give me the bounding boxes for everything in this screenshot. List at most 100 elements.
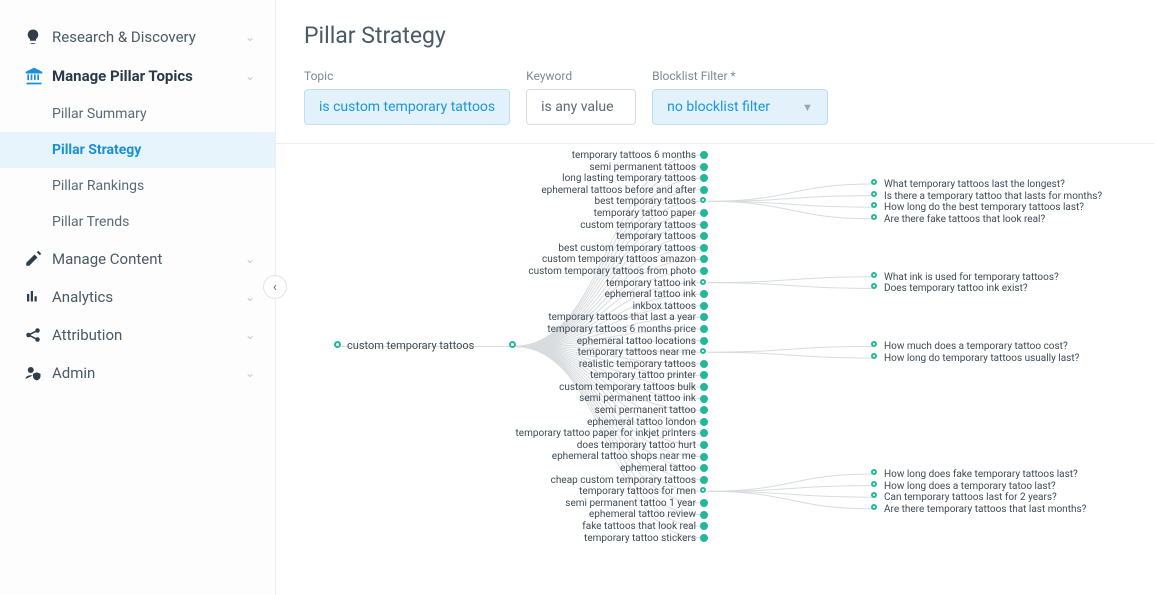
nav-pillar-rankings[interactable]: Pillar Rankings	[0, 168, 275, 204]
mid-node-label[interactable]: ephemeral tattoo locations	[502, 336, 696, 348]
mid-node-dot[interactable]	[700, 441, 708, 449]
mid-node-dot[interactable]	[700, 325, 708, 333]
mid-node-dot[interactable]	[700, 221, 708, 229]
mid-node-label[interactable]: ephemeral tattoo	[502, 463, 696, 475]
leaf-node-label[interactable]: Are there fake tattoos that look real?	[884, 214, 1102, 226]
leaf-node-dot[interactable]	[871, 481, 877, 487]
edit-icon	[24, 250, 52, 268]
nav-label: Pillar Trends	[52, 214, 255, 230]
leaf-node-dot[interactable]	[871, 191, 877, 197]
mid-node-label[interactable]: temporary tattoos that last a year	[502, 312, 696, 324]
mid-node-label[interactable]: cheap custom temporary tattoos	[502, 475, 696, 487]
leaf-node-label[interactable]: Can temporary tattoos last for 2 years?	[884, 492, 1086, 504]
mid-node-label[interactable]: inkbox tattoos	[502, 301, 696, 313]
mid-node-label[interactable]: temporary tattoos near me	[502, 347, 696, 359]
filter-topic-value[interactable]: is custom temporary tattoos	[304, 89, 510, 125]
chevron-down-icon: ▼	[802, 101, 813, 114]
mid-node-label[interactable]: temporary tattoos	[502, 231, 696, 243]
sidebar-collapse-button[interactable]: ‹	[263, 275, 287, 299]
mid-node-label[interactable]: semi permanent tattoo	[502, 405, 696, 417]
filter-blocklist: Blocklist Filter * no blocklist filter ▼	[652, 69, 828, 125]
nav-admin[interactable]: Admin⌄	[0, 354, 275, 392]
mid-node-label[interactable]: ephemeral tattoo review	[502, 509, 696, 521]
mid-node-label[interactable]: custom temporary tattoos bulk	[502, 382, 696, 394]
mid-node-label[interactable]: fake tattoos that look real	[502, 521, 696, 533]
mid-node-dot[interactable]	[700, 267, 708, 275]
mid-node-dot[interactable]	[700, 418, 708, 426]
mid-node-dot[interactable]	[700, 499, 708, 507]
mid-node-dot[interactable]	[700, 337, 708, 345]
mid-node-dot[interactable]	[700, 151, 708, 159]
mid-node-dot[interactable]	[700, 383, 708, 391]
leaf-node-label[interactable]: Are there temporary tattoos that last mo…	[884, 504, 1086, 516]
mid-node-label[interactable]: ephemeral tattoo london	[502, 417, 696, 429]
mid-node-label[interactable]: temporary tattoo stickers	[502, 533, 696, 545]
nav-pillar-trends[interactable]: Pillar Trends	[0, 204, 275, 240]
mid-node-label[interactable]: temporary tattoos for men	[502, 486, 696, 498]
mid-node-label[interactable]: does temporary tattoo hurt	[502, 440, 696, 452]
filter-keyword: Keyword is any value	[526, 69, 636, 125]
mid-node-label[interactable]: temporary tattoo ink	[502, 278, 696, 290]
filter-keyword-value[interactable]: is any value	[526, 89, 636, 125]
leaf-node-dot[interactable]	[871, 272, 877, 278]
mid-node-dot[interactable]	[700, 453, 708, 461]
mid-node-label[interactable]: ephemeral tattoos before and after	[502, 185, 696, 197]
mid-node-label[interactable]: semi permanent tattoo 1 year	[502, 498, 696, 510]
mid-node-label[interactable]: custom temporary tattoos amazon	[502, 254, 696, 266]
mid-node-dot[interactable]	[700, 360, 708, 368]
nav-manage-content[interactable]: Manage Content⌄	[0, 240, 275, 278]
mid-node-label[interactable]: custom temporary tattoos from photo	[502, 266, 696, 278]
nav-analytics[interactable]: Analytics⌄	[0, 278, 275, 316]
leaf-node-label[interactable]: How long do temporary tattoos usually la…	[884, 353, 1079, 365]
nav-pillar-strategy[interactable]: Pillar Strategy	[0, 132, 275, 168]
nav-label: Manage Content	[52, 250, 245, 268]
mid-node-label[interactable]: temporary tattoo printer	[502, 370, 696, 382]
mid-node-dot[interactable]	[700, 279, 706, 285]
mid-node-label[interactable]: semi permanent tattoos	[502, 162, 696, 174]
nav-label: Admin	[52, 364, 245, 382]
share-icon	[24, 326, 52, 344]
mid-node-label[interactable]: temporary tattoo paper	[502, 208, 696, 220]
mid-node-label[interactable]: temporary tattoos 6 months price	[502, 324, 696, 336]
leaf-node-label[interactable]: Does temporary tattoo ink exist?	[884, 283, 1059, 295]
mid-node-dot[interactable]	[700, 395, 708, 403]
mid-node-dot[interactable]	[700, 511, 708, 519]
leaf-node-label[interactable]: What temporary tattoos last the longest?	[884, 179, 1102, 191]
mid-node-label[interactable]: semi permanent tattoo ink	[502, 393, 696, 405]
leaf-node-dot[interactable]	[871, 353, 877, 359]
mid-node-label[interactable]: ephemeral tattoo shops near me	[502, 451, 696, 463]
mid-node-label[interactable]: temporary tattoo paper for inkjet printe…	[502, 428, 696, 440]
mid-node-label[interactable]: temporary tattoos 6 months	[502, 150, 696, 162]
tree-visualization[interactable]: custom temporary tattoostemporary tattoo…	[304, 144, 1126, 574]
mid-node-dot[interactable]	[700, 476, 708, 484]
mid-node-label[interactable]: ephemeral tattoo ink	[502, 289, 696, 301]
leaf-node-label[interactable]: How long do the best temporary tattoos l…	[884, 202, 1102, 214]
mid-node-dot[interactable]	[700, 209, 708, 217]
leaf-node-label[interactable]: How long does fake temporary tattoos las…	[884, 469, 1086, 481]
mid-node-dot[interactable]	[700, 244, 708, 252]
leaf-node-dot[interactable]	[871, 214, 877, 220]
nav-pillar-summary[interactable]: Pillar Summary	[0, 96, 275, 132]
root-node-label[interactable]: custom temporary tattoos	[347, 339, 474, 352]
chevron-down-icon: ⌄	[245, 328, 255, 342]
leaf-node-label[interactable]: Is there a temporary tattoo that lasts f…	[884, 191, 1102, 203]
mid-node-label[interactable]: realistic temporary tattoos	[502, 359, 696, 371]
filter-blocklist-value[interactable]: no blocklist filter ▼	[652, 89, 828, 125]
mid-node-dot[interactable]	[700, 186, 708, 194]
nav-research-discovery[interactable]: Research & Discovery⌄	[0, 18, 275, 56]
mid-node-dot[interactable]	[700, 534, 708, 542]
leaf-node-label[interactable]: How long does a temporary tatoo last?	[884, 481, 1086, 493]
mid-node-dot[interactable]	[700, 302, 708, 310]
leaf-node-label[interactable]: What ink is used for temporary tattoos?	[884, 272, 1059, 284]
mid-node-label[interactable]: best temporary tattoos	[502, 196, 696, 208]
leaf-node-label[interactable]: How much does a temporary tattoo cost?	[884, 341, 1079, 353]
leaf-node-dot[interactable]	[871, 504, 877, 510]
mid-node-label[interactable]: custom temporary tattoos	[502, 220, 696, 232]
mid-node-label[interactable]: long lasting temporary tattoos	[502, 173, 696, 185]
leaf-node-dot[interactable]	[871, 179, 877, 185]
mid-node-dot[interactable]	[700, 163, 708, 171]
nav-attribution[interactable]: Attribution⌄	[0, 316, 275, 354]
mid-node-label[interactable]: best custom temporary tattoos	[502, 243, 696, 255]
leaf-node-dot[interactable]	[871, 469, 877, 475]
nav-manage-pillar-topics[interactable]: Manage Pillar Topics⌄	[0, 56, 275, 96]
